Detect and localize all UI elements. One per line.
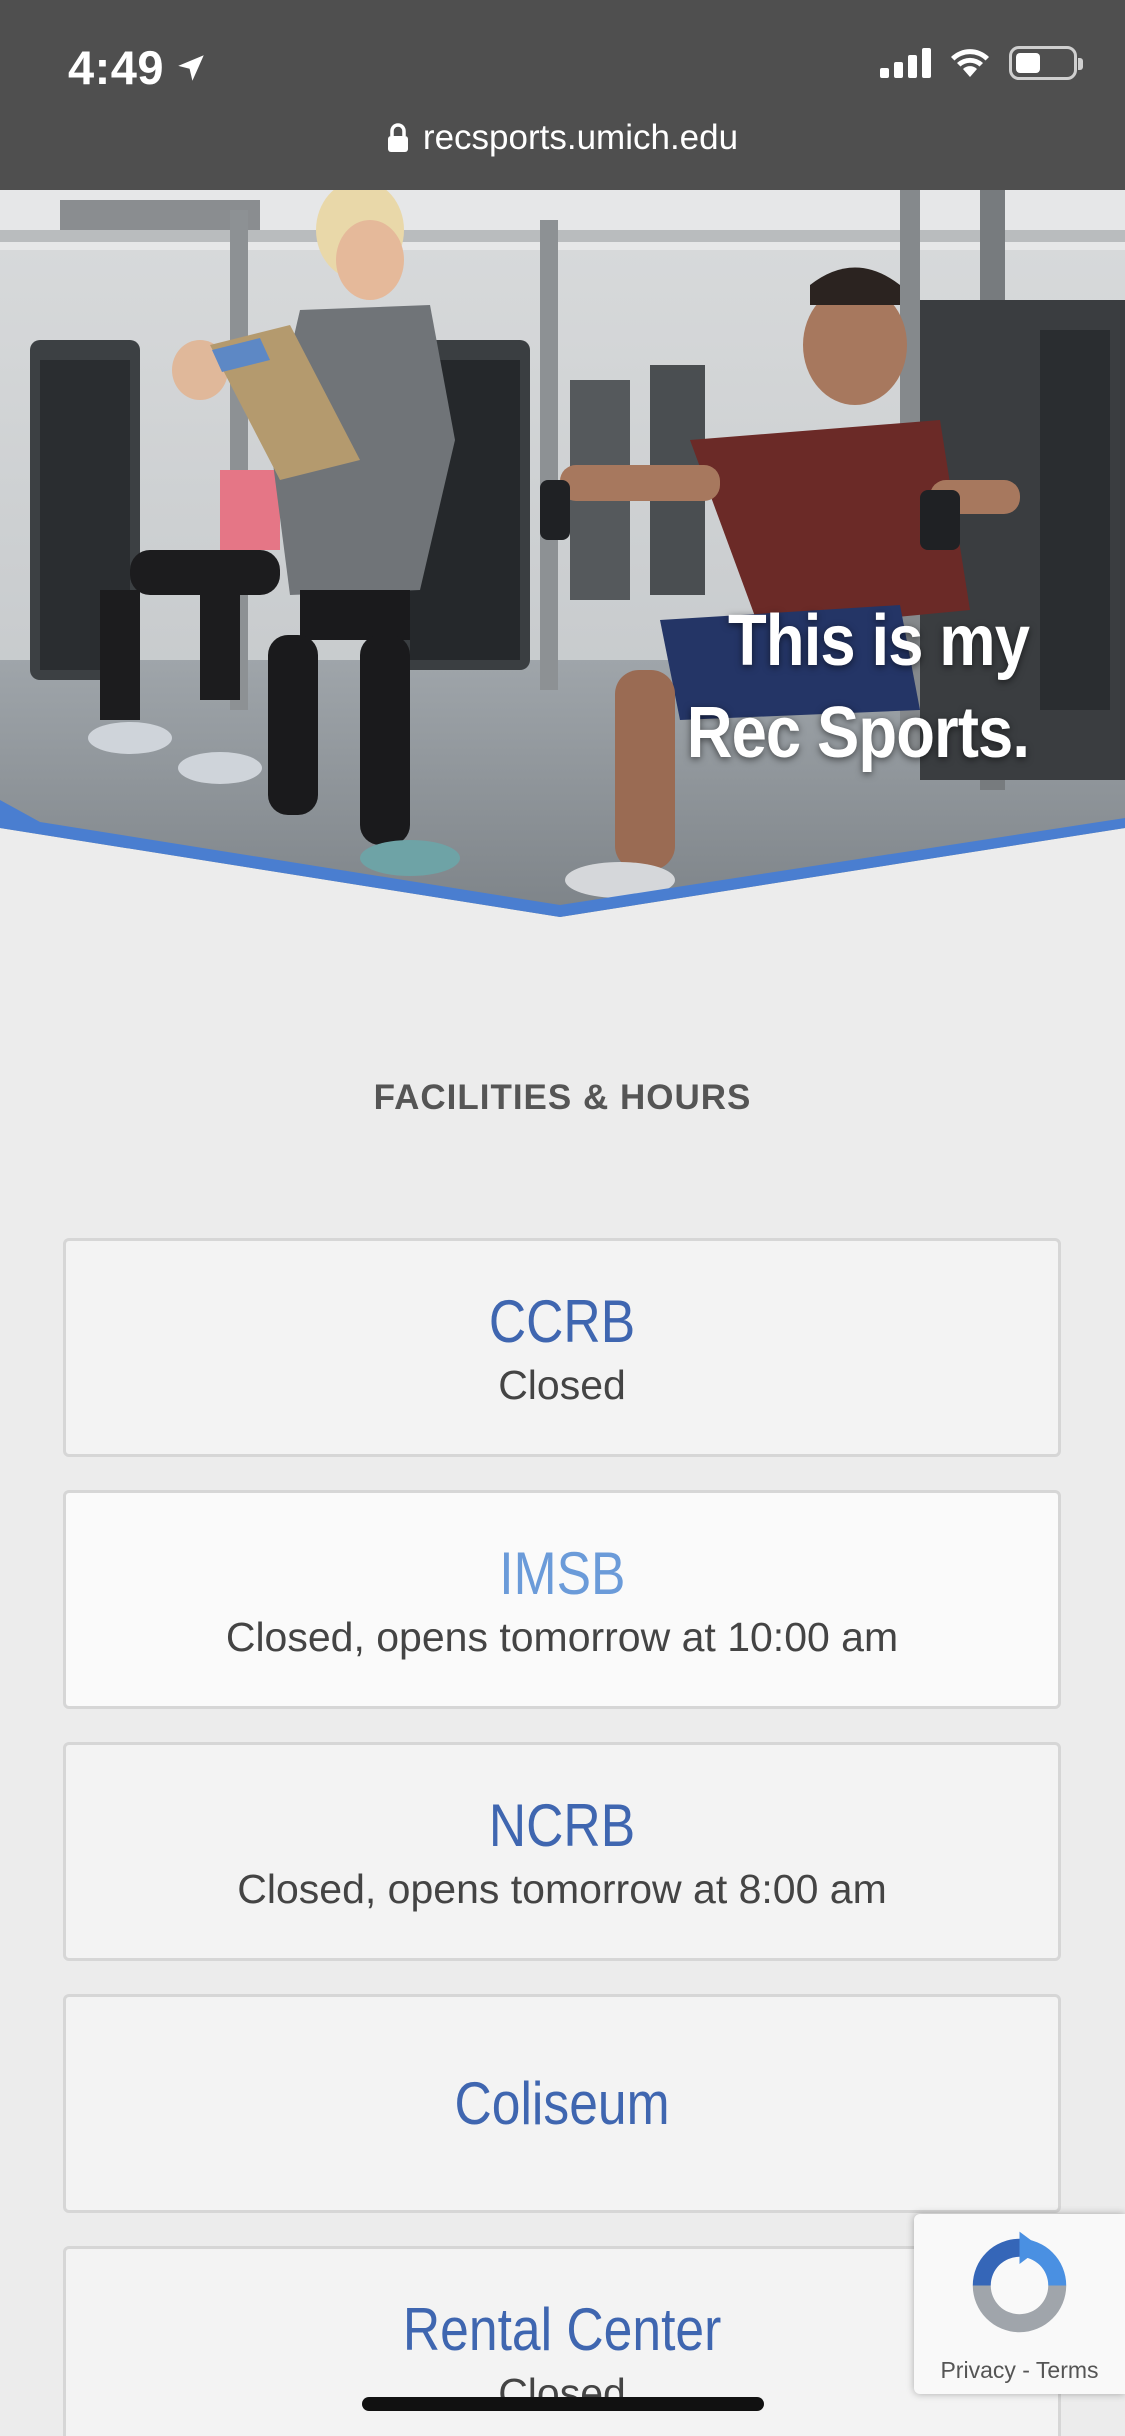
home-indicator[interactable] <box>362 2397 764 2411</box>
facility-status: Closed <box>498 1361 626 1408</box>
wifi-icon <box>951 49 989 77</box>
status-icons <box>880 46 1083 80</box>
url-text: recsports.umich.edu <box>422 118 739 157</box>
hero-banner: This is my Rec Sports. <box>0 190 1125 920</box>
facilities-hours-heading: FACILITIES & HOURS <box>373 1078 752 1117</box>
time-text: 4:49 <box>68 41 165 94</box>
facility-card-coliseum[interactable]: Coliseum <box>63 1994 1061 2213</box>
location-arrow-icon <box>178 54 204 81</box>
facility-status: Closed, opens tomorrow at 8:00 am <box>237 1865 887 1912</box>
facility-status: Closed, opens tomorrow at 10:00 am <box>225 1613 899 1660</box>
facility-name[interactable]: IMSB <box>499 1539 625 1608</box>
recaptcha-badge[interactable]: Privacy - Terms <box>914 2214 1125 2394</box>
hero-tagline: This is my Rec Sports. <box>686 595 1030 779</box>
facility-name[interactable]: CCRB <box>489 1287 635 1356</box>
facility-name[interactable]: Coliseum <box>454 2069 669 2138</box>
lock-icon <box>387 123 408 152</box>
recaptcha-logo-icon <box>972 2231 1067 2333</box>
address-bar[interactable]: recsports.umich.edu <box>0 118 1125 158</box>
privacy-link[interactable]: Privacy <box>940 2357 1015 2383</box>
hero-tagline-line2: Rec Sports. <box>686 693 1030 773</box>
terms-link[interactable]: Terms <box>1036 2357 1099 2383</box>
link-separator: - <box>1022 2357 1030 2383</box>
facility-card-imsb[interactable]: IMSB Closed, opens tomorrow at 10:00 am <box>63 1490 1061 1709</box>
recaptcha-links: Privacy - Terms <box>914 2357 1125 2384</box>
facility-name[interactable]: Rental Center <box>403 2295 721 2364</box>
status-time: 4:49 <box>68 40 208 95</box>
hero-tagline-line1: This is my <box>727 601 1030 681</box>
battery-icon <box>1009 46 1083 80</box>
facility-name[interactable]: NCRB <box>489 1791 635 1860</box>
facility-card-ncrb[interactable]: NCRB Closed, opens tomorrow at 8:00 am <box>63 1742 1061 1961</box>
facility-card-ccrb[interactable]: CCRB Closed <box>63 1238 1061 1457</box>
cellular-signal-icon <box>880 48 931 78</box>
hero-photo <box>0 190 1125 920</box>
browser-top-bar: 4:49 recsports.umich.edu <box>0 0 1125 190</box>
facility-list: CCRB Closed IMSB Closed, opens tomorrow … <box>63 1238 1061 2436</box>
